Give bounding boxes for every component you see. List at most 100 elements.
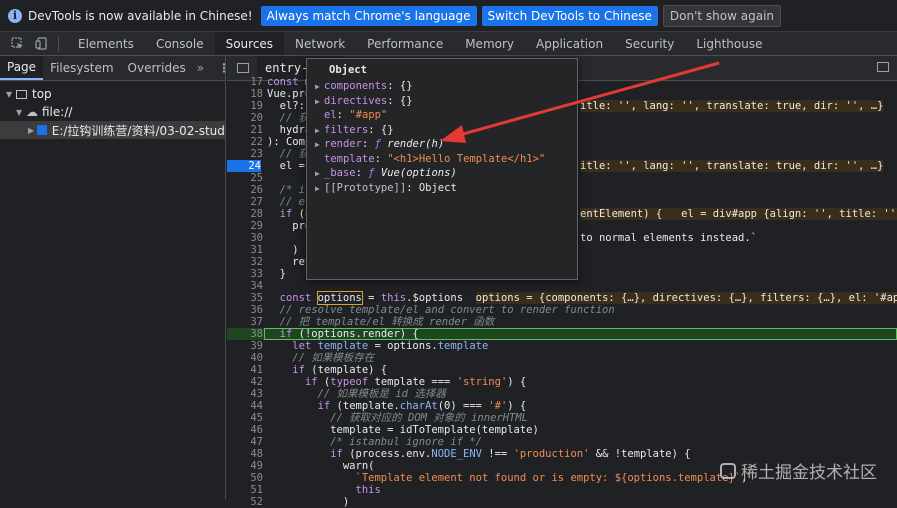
- line-number[interactable]: 18: [227, 88, 263, 100]
- line-number[interactable]: 28: [227, 208, 263, 220]
- expand-triangle-icon: ▶: [315, 82, 320, 91]
- tab-application[interactable]: Application: [525, 32, 614, 55]
- tab-network[interactable]: Network: [284, 32, 356, 55]
- tree-item-top[interactable]: ▼ top: [0, 85, 225, 103]
- tab-console[interactable]: Console: [145, 32, 215, 55]
- dont-show-again-button[interactable]: Don't show again: [662, 4, 782, 27]
- property-row[interactable]: el: "#app": [315, 108, 387, 122]
- line-number[interactable]: 19: [227, 100, 263, 112]
- tab-overrides[interactable]: Overrides: [121, 56, 193, 80]
- line-number[interactable]: 17: [227, 76, 263, 88]
- popover-title: Object: [329, 64, 367, 76]
- breakpoint-marker[interactable]: 24: [227, 160, 261, 172]
- separator: :: [355, 167, 369, 179]
- property-row[interactable]: ▶ [[Prototype]]: Object: [315, 181, 457, 195]
- infobar-message: DevTools is now available in Chinese!: [28, 8, 253, 23]
- tab-lighthouse[interactable]: Lighthouse: [685, 32, 773, 55]
- code-text: // 如果模板存在: [292, 352, 375, 364]
- current-line-box: [264, 328, 897, 340]
- tab-security[interactable]: Security: [614, 32, 685, 55]
- line-number[interactable]: 37: [227, 316, 263, 328]
- property-row[interactable]: ▶ directives: {}: [315, 94, 413, 108]
- expand-triangle-icon: ▶: [315, 125, 320, 135]
- code-line: 39 let template = options.template: [227, 340, 897, 352]
- line-number[interactable]: 32: [227, 256, 263, 268]
- code-line: 47 /* istanbul ignore if */: [227, 436, 897, 448]
- line-number[interactable]: 25: [227, 172, 263, 184]
- property-key: el: [324, 109, 337, 121]
- navigator-panel: Page Filesystem Overrides » ⋮ ▼ top ▼ ☁ …: [0, 56, 230, 499]
- tab-filesystem[interactable]: Filesystem: [43, 56, 120, 80]
- line-number[interactable]: 50: [227, 472, 263, 484]
- chevron-right-icon: ▶: [28, 125, 35, 135]
- property-row[interactable]: ▶ components: {}: [315, 79, 413, 93]
- line-number[interactable]: 27: [227, 196, 263, 208]
- line-number[interactable]: 23: [227, 148, 263, 160]
- code-text: const options = this.$options options = …: [267, 291, 897, 305]
- object-preview-popover: Object ▶ components: {} ▶ directives: {} el…: [306, 58, 578, 280]
- separator: :: [387, 80, 400, 92]
- code-line: 44 if (template.charAt(0) === '#') {: [227, 400, 897, 412]
- property-row[interactable]: ▶ filters: {}: [315, 123, 394, 137]
- line-number[interactable]: 20: [227, 112, 263, 124]
- line-number[interactable]: 36: [227, 304, 263, 316]
- line-number[interactable]: 34: [227, 280, 263, 292]
- code-text: // resolve template/el and convert to re…: [279, 304, 615, 316]
- line-number[interactable]: 29: [227, 220, 263, 232]
- match-language-button[interactable]: Always match Chrome's language: [260, 5, 477, 26]
- line-number[interactable]: 51: [227, 484, 263, 496]
- code-line: 35 const options = this.$options options…: [227, 291, 897, 305]
- line-number[interactable]: 52: [227, 496, 263, 508]
- code-text: `: [267, 232, 312, 244]
- switch-chinese-button[interactable]: Switch DevTools to Chinese: [481, 5, 658, 26]
- property-row[interactable]: ▶ render: ƒ render(h): [315, 137, 444, 151]
- tab-memory[interactable]: Memory: [454, 32, 525, 55]
- tab-page[interactable]: Page: [0, 56, 44, 80]
- property-row[interactable]: template: "<h1>Hello Template</h1>": [315, 152, 545, 166]
- property-value: "#app": [349, 109, 388, 121]
- juejin-logo-icon: [720, 462, 736, 479]
- tab-elements[interactable]: Elements: [67, 32, 145, 55]
- tab-performance[interactable]: Performance: [356, 32, 454, 55]
- property-value: Object: [418, 181, 457, 194]
- line-number[interactable]: 49: [227, 460, 263, 472]
- property-key: filters: [324, 123, 369, 136]
- code-text: // 获: [279, 112, 310, 124]
- toggle-debugger-icon[interactable]: [877, 62, 889, 72]
- code-line: 36 // resolve template/el and convert to…: [227, 304, 897, 316]
- line-number[interactable]: 46: [227, 424, 263, 436]
- toggle-navigator-icon[interactable]: [237, 63, 249, 73]
- line-number[interactable]: 30: [227, 232, 263, 244]
- line-number[interactable]: 42: [227, 376, 263, 388]
- property-key: _base: [324, 167, 356, 179]
- line-number[interactable]: 22: [227, 136, 263, 148]
- device-toolbar-icon[interactable]: [34, 37, 48, 51]
- line-number[interactable]: 47: [227, 436, 263, 448]
- tree-item-origin[interactable]: ▼ ☁ file://: [0, 103, 225, 121]
- line-number[interactable]: 40: [227, 352, 263, 364]
- line-number[interactable]: 43: [227, 388, 263, 400]
- line-number[interactable]: 21: [227, 124, 263, 136]
- line-number[interactable]: 44: [227, 400, 263, 412]
- language-infobar: i DevTools is now available in Chinese! …: [0, 0, 897, 32]
- line-number[interactable]: 26: [227, 184, 263, 196]
- line-number[interactable]: 38: [227, 328, 263, 340]
- line-number[interactable]: 45: [227, 412, 263, 424]
- property-row[interactable]: ▶ _base: ƒ Vue(options): [315, 166, 457, 180]
- line-number[interactable]: 48: [227, 448, 263, 460]
- code-text: template = idToTemplate(template): [267, 424, 539, 436]
- more-tabs-icon[interactable]: »: [197, 61, 204, 75]
- line-number[interactable]: 33: [227, 268, 263, 280]
- inline-value-hint: entElement) { el = div#app {align: '', t…: [580, 208, 897, 220]
- inspect-element-icon[interactable]: [10, 37, 24, 51]
- code-text: hydra: [267, 124, 312, 136]
- line-number[interactable]: 35: [227, 292, 263, 304]
- code-text: // 获: [279, 148, 310, 160]
- line-number[interactable]: 41: [227, 364, 263, 376]
- tree-item-folder[interactable]: ▶ E:/拉钩训练营/资料/03-02-study-ma: [0, 121, 225, 139]
- line-number[interactable]: 39: [227, 340, 263, 352]
- separator: :: [374, 152, 388, 165]
- tab-sources[interactable]: Sources: [214, 32, 285, 55]
- line-number[interactable]: 31: [227, 244, 263, 256]
